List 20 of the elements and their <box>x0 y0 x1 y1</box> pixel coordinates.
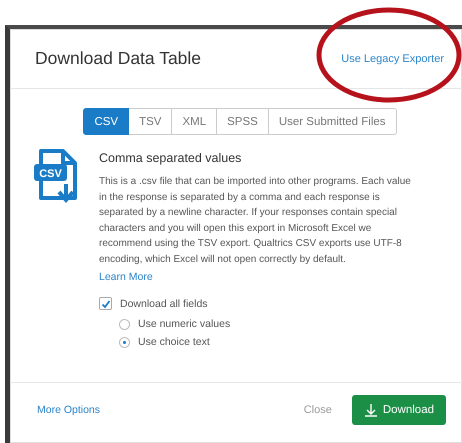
format-tab[interactable]: TSV <box>129 108 172 135</box>
radio-button[interactable] <box>119 336 130 348</box>
format-tab[interactable]: User Submitted Files <box>268 108 397 135</box>
format-tab[interactable]: XML <box>172 108 218 135</box>
more-options-link[interactable]: More Options <box>37 404 100 416</box>
checkbox-label: Download all fields <box>120 298 208 310</box>
download-all-checkbox[interactable] <box>99 297 112 310</box>
format-tab[interactable]: CSV <box>83 108 130 135</box>
format-description: This is a .csv file that can be imported into other programs. Each value in the response is separated by a comma and each response is separated by a newline character. If your responses contain special characters and you will open this export in Microsoft Excel we recommend using the TSV export. Qualtrics CSV exports use UTF-8 encoding, which Excel will not open correctly by default. <box>99 175 412 266</box>
download-icon <box>364 403 378 417</box>
learn-more-link[interactable]: Learn More <box>99 271 153 283</box>
radio-label: Use numeric values <box>138 318 230 330</box>
legacy-exporter-link[interactable]: Use Legacy Exporter <box>341 52 444 64</box>
dialog-title: Download Data Table <box>35 48 202 69</box>
radio-label: Use choice text <box>138 336 210 348</box>
format-heading: Comma separated values <box>99 151 242 165</box>
format-tab[interactable]: SPSS <box>217 108 269 135</box>
download-button[interactable]: Download <box>352 395 446 425</box>
radio-button[interactable] <box>119 318 130 330</box>
close-button[interactable]: Close <box>298 403 338 417</box>
